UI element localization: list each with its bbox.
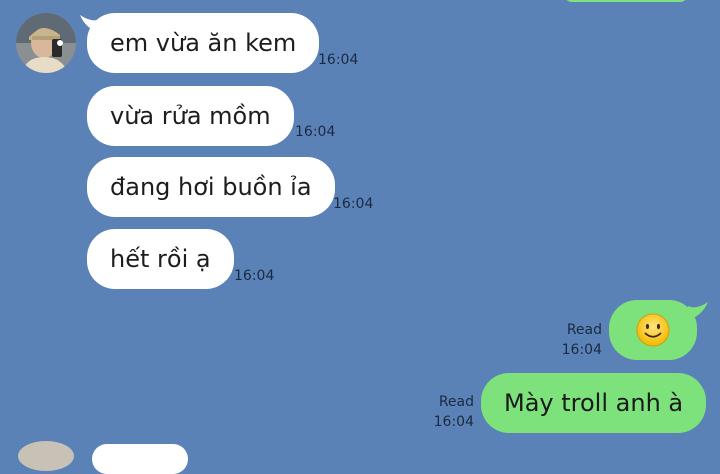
message-time: 16:04 [234, 268, 275, 284]
previous-sent-bubble[interactable] [564, 0, 688, 2]
outgoing-message-bubble[interactable]: Mày troll anh à [481, 373, 707, 433]
incoming-message-bubble[interactable]: em vừa ăn kem [87, 13, 320, 73]
message-text: Mày troll anh à [504, 389, 684, 417]
read-receipt: Read 16:04 [412, 392, 474, 432]
message-text: đang hơi buồn ỉa [110, 173, 312, 201]
chat-view: em vừa ăn kem 16:04 vừa rửa mồm 16:04 đa… [0, 0, 720, 474]
message-time: 16:04 [433, 414, 474, 430]
read-status: Read [438, 394, 474, 410]
bubble-tail [688, 302, 708, 320]
message-time: 16:04 [561, 342, 602, 358]
read-receipt: Read 16:04 [540, 320, 602, 360]
contact-avatar[interactable] [18, 441, 74, 471]
message-time: 16:04 [295, 124, 336, 140]
incoming-message-bubble[interactable]: vừa rửa mồm [87, 86, 294, 146]
message-time: 16:04 [318, 52, 359, 68]
message-text: hết rồi ạ [110, 245, 211, 273]
message-time: 16:04 [333, 196, 374, 212]
message-text: vừa rửa mồm [110, 102, 271, 130]
incoming-message-bubble[interactable]: đang hơi buồn ỉa [87, 157, 335, 217]
smiling-face-emoji-icon [636, 313, 670, 347]
incoming-message-bubble[interactable]: hết rồi ạ [87, 229, 234, 289]
message-text: em vừa ăn kem [110, 29, 297, 57]
read-status: Read [566, 322, 602, 338]
outgoing-emoji-bubble[interactable] [609, 300, 697, 360]
contact-avatar[interactable] [16, 13, 76, 73]
incoming-message-bubble[interactable] [92, 444, 188, 474]
